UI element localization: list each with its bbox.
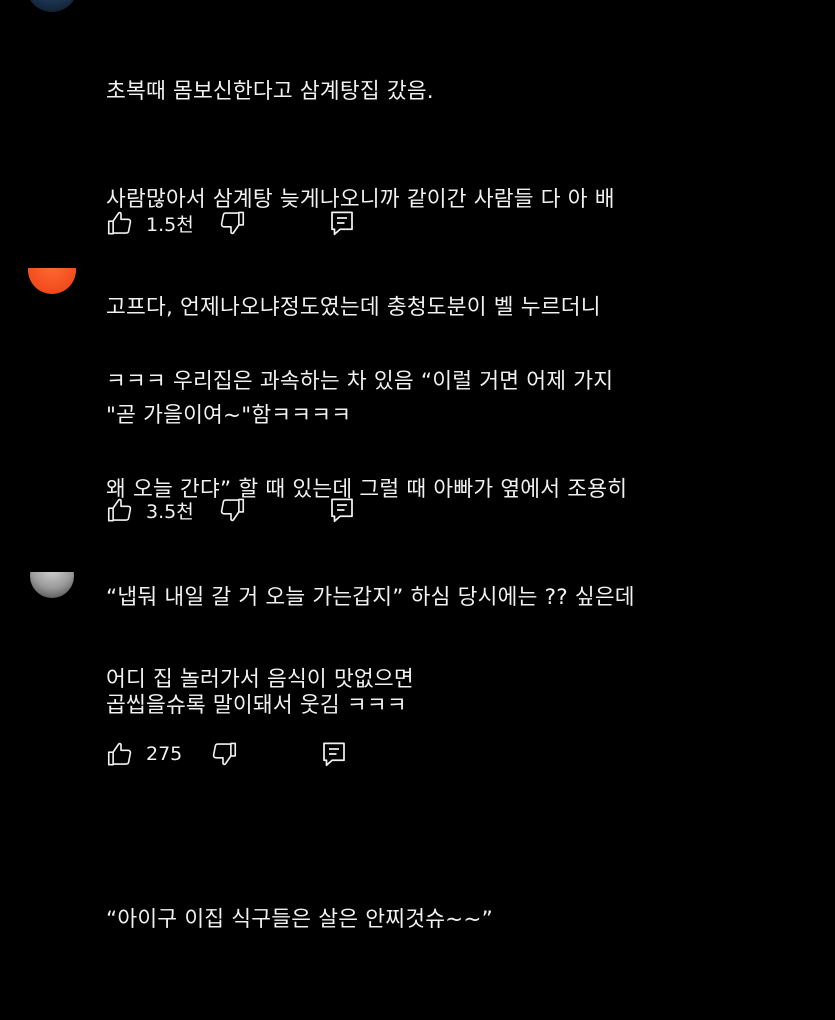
comment-line xyxy=(106,780,806,820)
reply-icon[interactable] xyxy=(326,494,358,526)
thumbs-up-icon[interactable] xyxy=(104,494,136,526)
comment: 어디 집 놀러가서 음식이 맛없으면 “아이구 이집 식구들은 살은 안찌것슈~… xyxy=(0,572,835,932)
thumbs-down-icon[interactable] xyxy=(216,494,248,526)
comment-actions: 275 xyxy=(104,736,350,772)
comment-text: 어디 집 놀러가서 음식이 맛없으면 “아이구 이집 식구들은 살은 안찌것슈~… xyxy=(106,580,806,1020)
thumbs-down-icon[interactable] xyxy=(208,738,240,770)
comment-actions: 1.5천 xyxy=(104,205,358,241)
reply-icon[interactable] xyxy=(318,738,350,770)
thumbs-up-icon[interactable] xyxy=(104,738,136,770)
thumbs-up-icon[interactable] xyxy=(104,207,136,239)
comment: 초복때 몸보신한다고 삼계탕집 갔음. 사람많아서 삼계탕 늦게나오니까 같이간… xyxy=(0,0,835,428)
comment-line: 어디 집 놀러가서 음식이 맛없으면 xyxy=(106,667,414,692)
comment: ㅋㅋㅋ 우리집은 과속하는 차 있음 “이럴 거면 어제 가지 왜 오늘 간댜”… xyxy=(0,268,835,718)
reply-icon[interactable] xyxy=(326,207,358,239)
avatar[interactable] xyxy=(28,268,76,294)
like-count: 3.5천 xyxy=(146,500,194,523)
avatar[interactable] xyxy=(30,572,74,598)
comment-line: ㅋㅋㅋ 우리집은 과속하는 차 있음 “이럴 거면 어제 가지 xyxy=(106,369,614,394)
comment-actions: 3.5천 xyxy=(104,492,358,528)
like-count: 275 xyxy=(146,743,183,765)
like-count: 1.5천 xyxy=(146,213,194,236)
comment-line: “아이구 이집 식구들은 살은 안찌것슈~~” xyxy=(106,907,493,932)
comment-line: 초복때 몸보신한다고 삼계탕집 갔음. xyxy=(106,79,434,104)
avatar[interactable] xyxy=(26,0,78,12)
thumbs-down-icon[interactable] xyxy=(216,207,248,239)
